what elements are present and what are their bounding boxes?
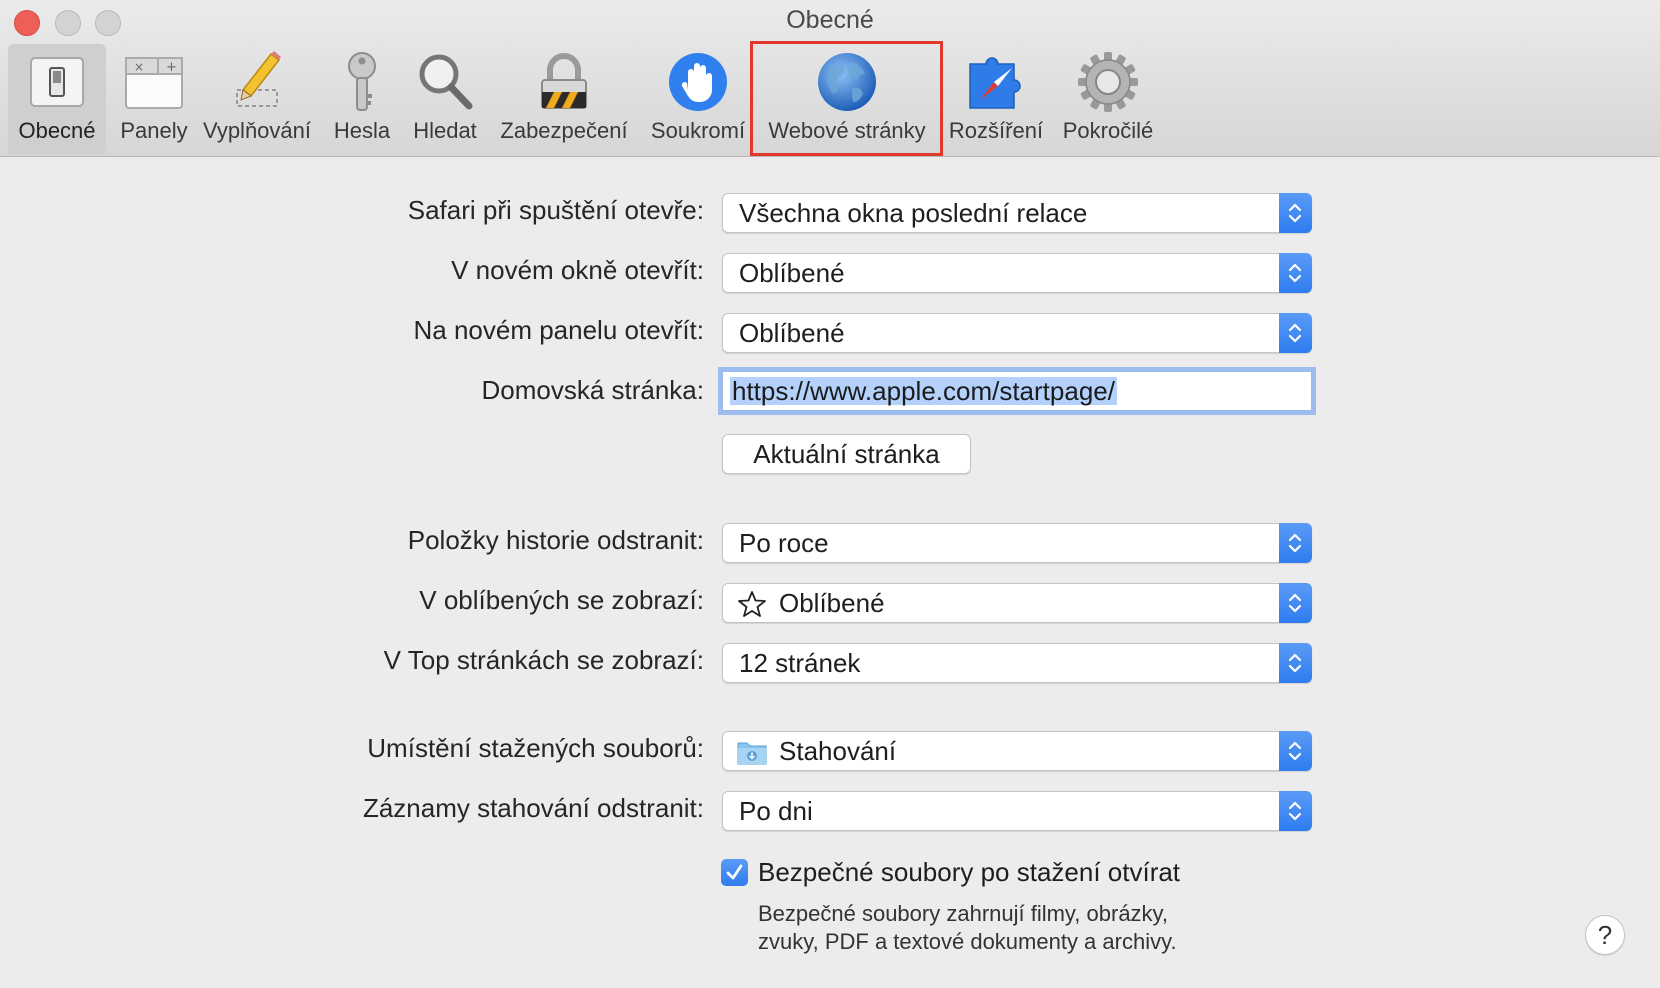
open-safe-files-checkbox[interactable]	[721, 859, 748, 886]
star-icon	[738, 591, 766, 617]
toolbar-item-general[interactable]: Obecné	[8, 44, 106, 154]
new-tabs-label: Na novém panelu otevřít:	[413, 315, 705, 345]
remove-history-value: Po roce	[739, 528, 829, 558]
gear-icon	[1078, 52, 1138, 112]
key-icon	[348, 52, 376, 111]
remove-downloads-popup[interactable]: Po dni	[722, 791, 1312, 831]
new-windows-label: V novém okně otevřít:	[451, 255, 704, 285]
safe-files-description-line1: Bezpečné soubory zahrnují filmy, obrázky…	[758, 901, 1169, 926]
toolbar-item-autofill[interactable]: Vyplňování	[198, 44, 316, 154]
top-sites-popup[interactable]: 12 stránek	[722, 643, 1312, 683]
remove-history-popup[interactable]: Po roce	[722, 523, 1312, 563]
toolbar-label-extensions: Rozšíření	[948, 118, 1044, 143]
magnifier-icon	[419, 54, 473, 110]
toolbar-label-security: Zabezpečení	[500, 118, 628, 143]
new-tabs-popup[interactable]: Oblíbené	[722, 313, 1312, 353]
toolbar-label-tabs: Panely	[120, 118, 188, 143]
tabs-icon: × +	[125, 57, 183, 109]
toolbar-item-security[interactable]: Zabezpečení	[488, 44, 640, 154]
popup-arrows-icon	[1279, 583, 1312, 623]
toolbar-label-passwords: Hesla	[333, 118, 391, 143]
toolbar-item-search[interactable]: Hledat	[404, 44, 486, 154]
popup-arrows-icon	[1279, 643, 1312, 683]
hand-icon	[669, 53, 727, 111]
toolbar-item-extensions[interactable]: Rozšíření	[944, 44, 1048, 154]
svg-text:×: ×	[134, 60, 144, 74]
toolbar-item-tabs[interactable]: × + Panely	[110, 44, 198, 154]
toolbar-item-advanced[interactable]: Pokročilé	[1050, 44, 1166, 154]
safari-opens-popup[interactable]: Všechna okna poslední relace	[722, 193, 1312, 233]
safari-opens-value: Všechna okna poslední relace	[739, 198, 1088, 228]
pencil-icon	[236, 51, 281, 107]
favorites-shows-label: V oblíbených se zobrazí:	[419, 585, 704, 615]
toolbar-label-general: Obecné	[18, 118, 96, 143]
safari-opens-label: Safari při spuštění otevře:	[407, 195, 704, 225]
websites-highlight-box	[750, 41, 943, 156]
general-settings-pane: Safari při spuštění otevře: Všechna okna…	[0, 157, 1660, 988]
homepage-value: https://www.apple.com/startpage/	[730, 376, 1117, 406]
safe-files-description: Bezpečné soubory zahrnují filmy, obrázky…	[758, 900, 1177, 956]
puzzle-compass-icon	[969, 57, 1021, 109]
help-button[interactable]: ?	[1585, 915, 1625, 955]
general-switch-icon	[30, 57, 84, 107]
open-safe-files-label[interactable]: Bezpečné soubory po stažení otvírat	[758, 857, 1180, 888]
downloads-folder-icon	[737, 742, 767, 765]
popup-arrows-icon	[1279, 523, 1312, 563]
homepage-label: Domovská stránka:	[481, 375, 704, 405]
remove-downloads-value: Po dni	[739, 796, 813, 826]
title-bar: Obecné Obecné × + Panely Vyplňování Hesl…	[0, 0, 1660, 157]
top-sites-value: 12 stránek	[739, 648, 861, 678]
popup-arrows-icon	[1279, 253, 1312, 293]
toolbar-label-search: Hledat	[413, 118, 477, 143]
popup-arrows-icon	[1279, 193, 1312, 233]
remove-downloads-label: Záznamy stahování odstranit:	[362, 793, 704, 823]
window-title: Obecné	[786, 6, 874, 34]
toolbar-label-advanced: Pokročilé	[1062, 118, 1154, 143]
favorites-shows-value: Oblíbené	[779, 588, 885, 618]
popup-arrows-icon	[1279, 791, 1312, 831]
download-location-label: Umístění stažených souborů:	[367, 733, 704, 763]
new-windows-popup[interactable]: Oblíbené	[722, 253, 1312, 293]
safe-files-description-line2: zvuky, PDF a textové dokumenty a archivy…	[758, 929, 1177, 954]
set-current-page-button[interactable]: Aktuální stránka	[722, 434, 971, 474]
remove-history-label: Položky historie odstranit:	[407, 525, 704, 555]
toolbar-label-privacy: Soukromí	[650, 118, 746, 143]
favorites-shows-popup[interactable]: Oblíbené	[722, 583, 1312, 623]
toolbar-label-autofill: Vyplňování	[202, 118, 312, 143]
preferences-window: Obecné Obecné × + Panely Vyplňování Hesl…	[0, 0, 1660, 988]
padlock-icon	[541, 53, 587, 109]
checkmark-icon	[726, 864, 743, 880]
top-sites-label: V Top stránkách se zobrazí:	[383, 645, 704, 675]
svg-text:+: +	[166, 60, 177, 75]
download-location-value: Stahování	[779, 736, 897, 766]
popup-arrows-icon	[1279, 731, 1312, 771]
popup-arrows-icon	[1279, 313, 1312, 353]
new-windows-value: Oblíbené	[739, 258, 845, 288]
homepage-field[interactable]: https://www.apple.com/startpage/	[722, 371, 1312, 411]
toolbar-item-passwords[interactable]: Hesla	[322, 44, 402, 154]
download-location-popup[interactable]: Stahování	[722, 731, 1312, 771]
toolbar-item-privacy[interactable]: Soukromí	[644, 44, 752, 154]
new-tabs-value: Oblíbené	[739, 318, 845, 348]
